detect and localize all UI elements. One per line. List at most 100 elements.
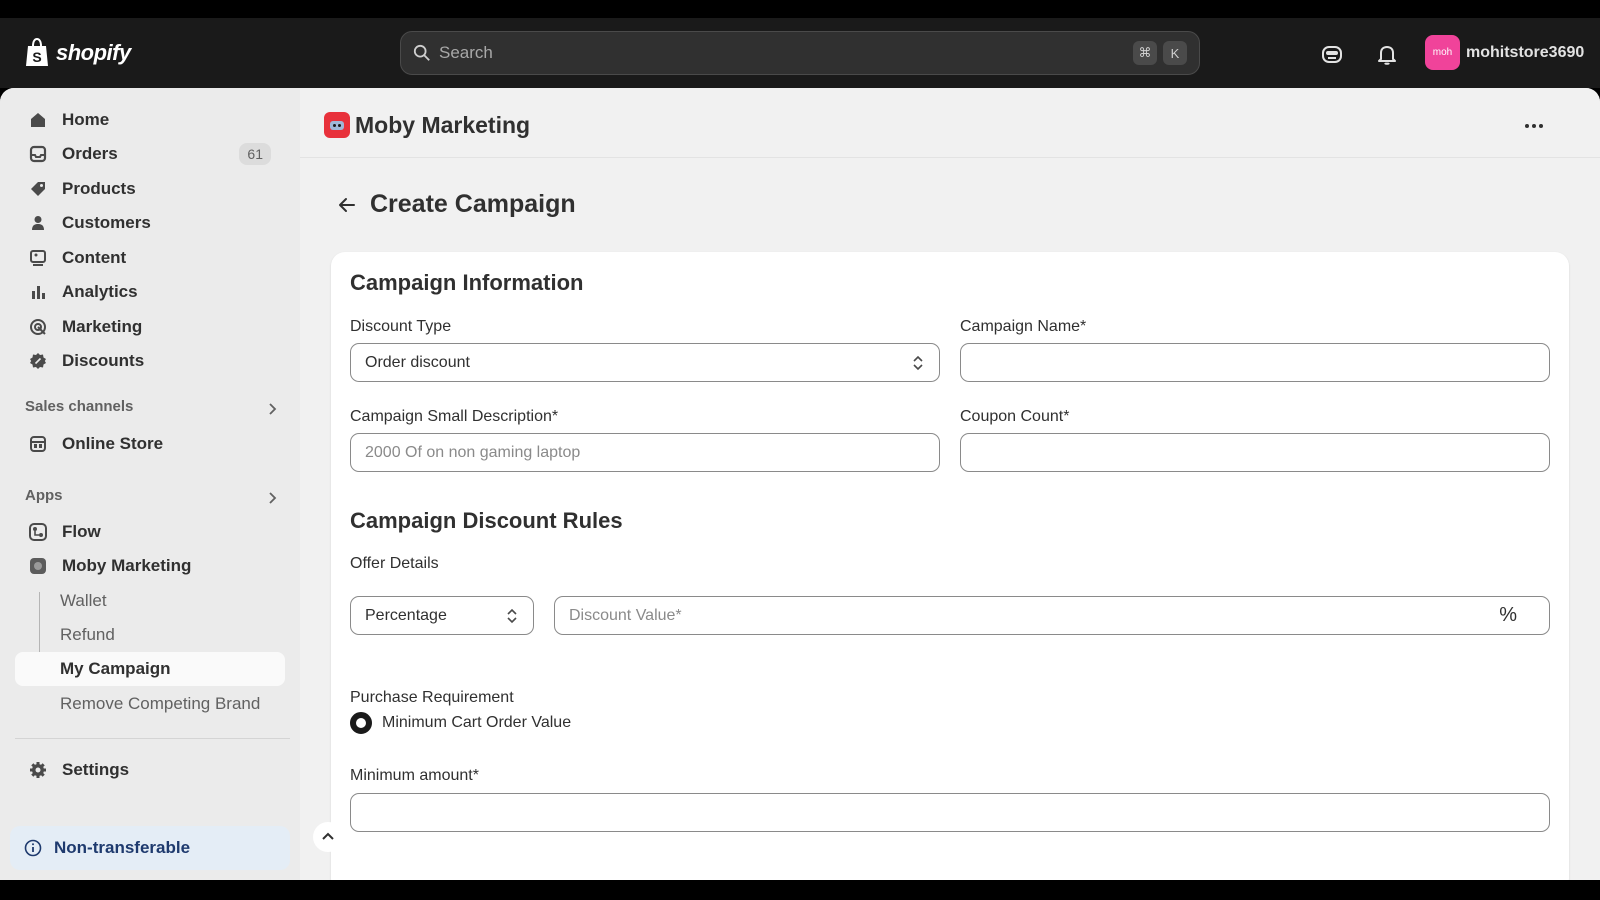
offer-type-select[interactable]: Percentage <box>350 596 534 635</box>
main-content: Moby Marketing Create Campaign Campaign … <box>300 88 1600 880</box>
sidebar-item-label: My Campaign <box>60 659 171 678</box>
sidebar-item-content[interactable]: Content <box>15 241 285 275</box>
sidebar-item-orders[interactable]: Orders 61 <box>15 137 285 171</box>
shopify-logo[interactable]: S shopify <box>24 38 131 68</box>
info-icon <box>24 839 42 857</box>
brand-name: shopify <box>56 40 131 65</box>
campaign-form-card: Campaign Information Discount Type Order… <box>331 252 1569 880</box>
bottom-letterbox <box>0 880 1600 900</box>
minimum-amount-label: Minimum amount* <box>350 767 479 784</box>
sidebar-item-label: Marketing <box>62 317 143 336</box>
sidebar-item-products[interactable]: Products <box>15 172 285 206</box>
discount-icon <box>30 353 46 369</box>
coupon-count-label: Coupon Count* <box>960 408 1070 425</box>
apps-heading: Apps <box>25 487 63 504</box>
sidebar: Home Orders 61 Products Customers Conten… <box>0 88 300 880</box>
campaign-information-heading: Campaign Information <box>350 270 584 295</box>
sidebar-item-label: Refund <box>60 625 115 644</box>
sidebar-item-label: Flow <box>62 522 101 541</box>
sidebar-item-moby-marketing[interactable]: Moby Marketing <box>15 549 285 583</box>
discount-type-select[interactable]: Order discount <box>350 343 940 382</box>
discount-value-placeholder: Discount Value* <box>569 606 682 624</box>
moby-app-logo <box>324 112 350 138</box>
min-cart-value-radio[interactable] <box>350 712 372 734</box>
non-transferable-label: Non-transferable <box>54 838 191 857</box>
offer-details-label: Offer Details <box>350 555 439 572</box>
small-description-placeholder: 2000 Of on non gaming laptop <box>365 443 581 461</box>
sidebar-item-my-campaign[interactable]: My Campaign <box>15 652 285 686</box>
back-arrow-icon[interactable] <box>336 194 358 216</box>
shopify-bag-icon: S <box>26 38 48 66</box>
inbox-icon <box>29 145 47 163</box>
content-icon <box>30 250 46 266</box>
sidebar-item-customers[interactable]: Customers <box>15 206 285 240</box>
chevron-right-icon[interactable] <box>265 402 279 416</box>
select-chevron-icon <box>913 355 923 370</box>
small-description-label: Campaign Small Description* <box>350 408 559 425</box>
sidebar-item-label: Settings <box>62 760 130 779</box>
sidekick-icon[interactable] <box>1320 42 1344 66</box>
bar-chart-icon <box>32 286 45 299</box>
sidebar-item-home[interactable]: Home <box>15 103 285 137</box>
sidebar-item-label: Orders <box>62 144 118 163</box>
store-icon <box>30 436 46 452</box>
sidebar-item-flow[interactable]: Flow <box>15 515 285 549</box>
app-title: Moby Marketing <box>355 112 531 138</box>
sidebar-item-settings[interactable]: Settings <box>15 753 285 787</box>
sidebar-item-wallet[interactable]: Wallet <box>15 584 285 618</box>
sidebar-item-label: Customers <box>62 213 151 232</box>
small-description-input[interactable]: 2000 Of on non gaming laptop <box>350 433 940 472</box>
scroll-up-button[interactable] <box>313 822 343 852</box>
coupon-count-input[interactable] <box>960 433 1550 472</box>
bell-icon[interactable] <box>1375 42 1399 66</box>
moby-app-icon <box>30 558 46 574</box>
sidebar-item-label: Wallet <box>60 591 107 610</box>
search-input[interactable]: Search <box>439 43 1127 63</box>
select-chevron-icon <box>507 608 517 623</box>
page-title: Create Campaign <box>370 190 576 218</box>
campaign-name-label: Campaign Name* <box>960 318 1087 335</box>
purchase-requirement-label: Purchase Requirement <box>350 689 514 706</box>
search-bar[interactable]: Search ⌘ K <box>400 31 1200 75</box>
orders-count-badge: 61 <box>239 143 271 165</box>
discount-rules-heading: Campaign Discount Rules <box>350 508 623 533</box>
min-cart-value-radio-label: Minimum Cart Order Value <box>382 714 572 731</box>
offer-type-value: Percentage <box>365 606 447 624</box>
search-icon <box>413 44 430 61</box>
sidebar-item-label: Moby Marketing <box>62 556 192 575</box>
sidebar-item-marketing[interactable]: Marketing <box>15 310 285 344</box>
target-icon <box>30 319 46 335</box>
discount-type-value: Order discount <box>365 353 470 371</box>
sidebar-item-label: Home <box>62 110 110 129</box>
sidebar-item-label: Products <box>62 179 136 198</box>
sidebar-item-refund[interactable]: Refund <box>15 618 285 652</box>
sidebar-item-label: Analytics <box>62 282 138 301</box>
minimum-amount-input[interactable] <box>350 793 1550 832</box>
sidebar-item-online-store[interactable]: Online Store <box>15 427 285 461</box>
sidebar-item-label: Remove Competing Brand <box>60 694 261 713</box>
sidebar-item-discounts[interactable]: Discounts <box>15 344 285 378</box>
campaign-name-input[interactable] <box>960 343 1550 382</box>
sales-channels-heading: Sales channels <box>25 398 134 415</box>
shortcut-k-key: K <box>1163 41 1187 65</box>
sidebar-item-label: Discounts <box>62 351 145 370</box>
app-header: Moby Marketing <box>300 88 1600 158</box>
person-icon <box>32 216 44 230</box>
moby-robot-icon <box>330 121 344 130</box>
home-icon <box>31 113 45 127</box>
chevron-up-icon <box>322 832 334 840</box>
discount-type-label: Discount Type <box>350 318 452 335</box>
chevron-right-icon[interactable] <box>265 491 279 505</box>
more-options-icon[interactable] <box>1522 114 1546 138</box>
flow-icon <box>29 523 47 541</box>
shortcut-cmd-key: ⌘ <box>1133 41 1157 65</box>
discount-value-input[interactable]: Discount Value* % <box>554 596 1550 635</box>
avatar: moh <box>1425 35 1460 70</box>
sidebar-item-remove-competing-brand[interactable]: Remove Competing Brand <box>15 687 285 721</box>
user-menu[interactable]: moh mohitstore3690 <box>1425 35 1584 70</box>
top-bar: S shopify Search ⌘ K moh mohitstore3690 <box>0 18 1600 88</box>
admin-shell: Home Orders 61 Products Customers Conten… <box>0 88 1600 880</box>
sidebar-item-analytics[interactable]: Analytics <box>15 275 285 309</box>
non-transferable-banner[interactable]: Non-transferable <box>10 826 290 870</box>
tag-icon <box>31 182 45 196</box>
